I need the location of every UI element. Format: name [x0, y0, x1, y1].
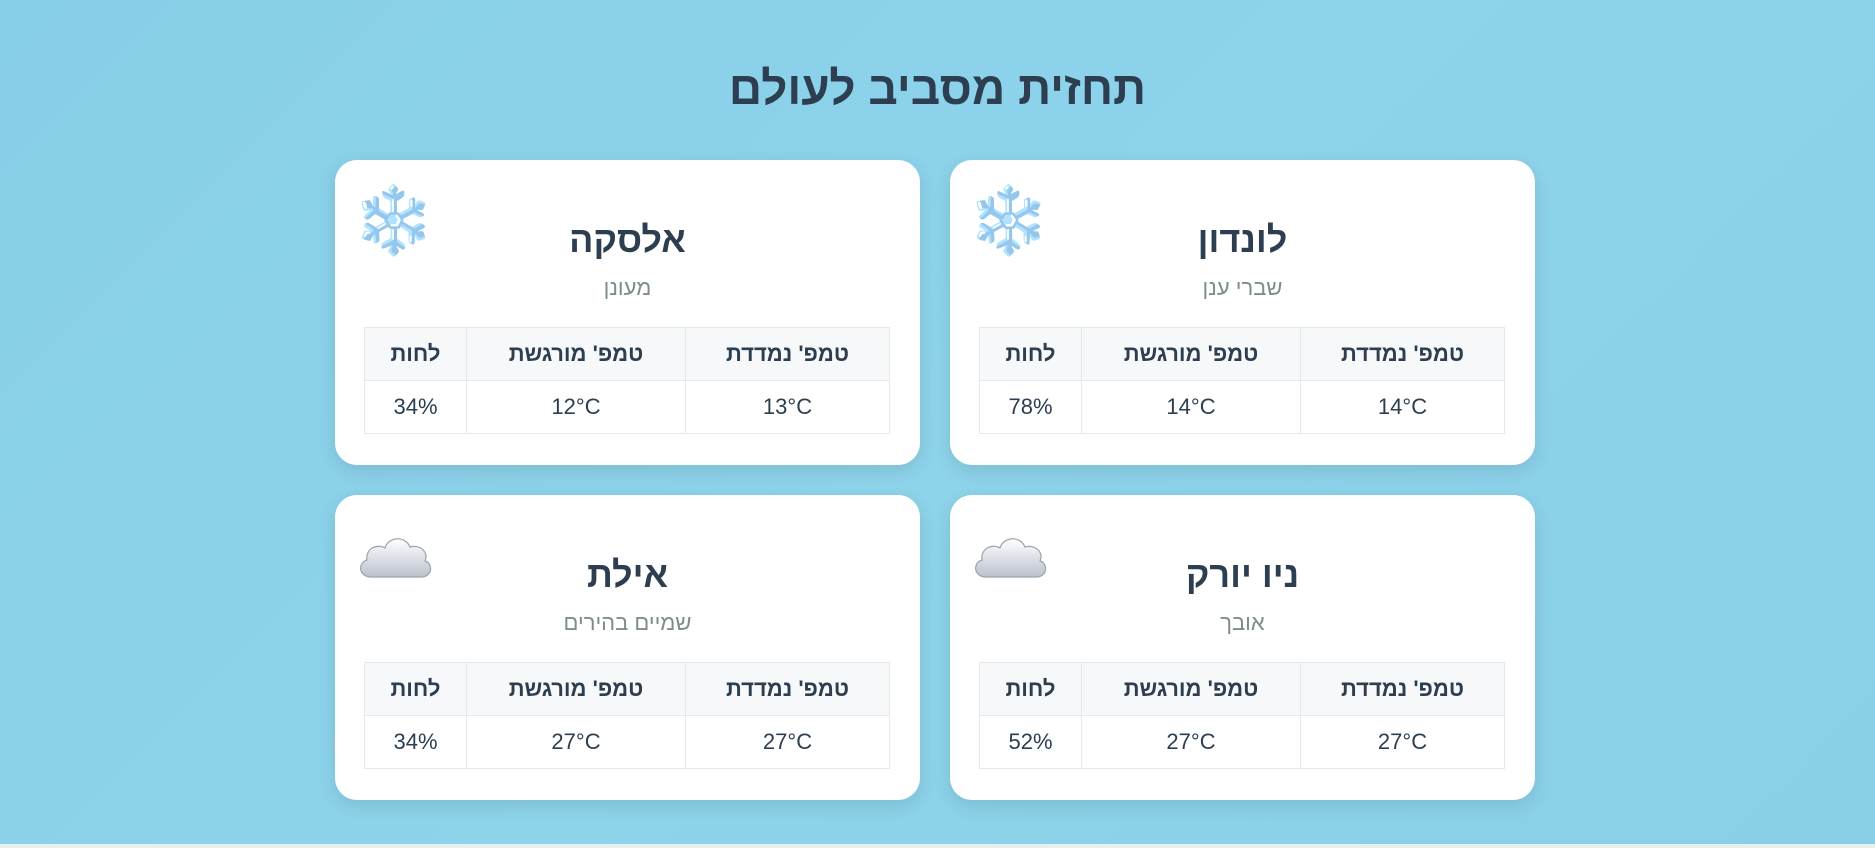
page-title: תחזית מסביב לעולם [728, 62, 1147, 114]
weather-card-alaska: ❄️ אלסקה מעונן טמפ' נמדדת טמפ' מורגשת לח… [335, 160, 920, 465]
table-row: 13°C 12°C 34% [364, 380, 890, 434]
weather-card-eilat: אילת שמיים בהירים טמפ' נמדדת טמפ' מורגשת… [335, 495, 920, 800]
measured-temp-value: 14°C [1300, 380, 1505, 434]
table-header-row: טמפ' נמדדת טמפ' מורגשת לחות [979, 662, 1505, 716]
feels-like-value: 14°C [1081, 380, 1301, 434]
weather-table: טמפ' נמדדת טמפ' מורגשת לחות 13°C 12°C 34… [364, 327, 890, 434]
header-measured-temp: טמפ' נמדדת [685, 662, 890, 716]
table-header-row: טמפ' נמדדת טמפ' מורגשת לחות [364, 327, 890, 381]
weather-table: טמפ' נמדדת טמפ' מורגשת לחות 27°C 27°C 34… [364, 662, 890, 769]
header-feels-like: טמפ' מורגשת [466, 327, 686, 381]
page-bottom-divider [0, 844, 1875, 848]
city-name: לונדון [1197, 219, 1288, 260]
header-feels-like: טמפ' מורגשת [1081, 327, 1301, 381]
humidity-value: 34% [364, 380, 467, 434]
measured-temp-value: 27°C [1300, 715, 1505, 769]
feels-like-value: 27°C [1081, 715, 1301, 769]
header-feels-like: טמפ' מורגשת [466, 662, 686, 716]
feels-like-value: 27°C [466, 715, 686, 769]
weather-condition: אובך [1220, 610, 1265, 635]
header-measured-temp: טמפ' נמדדת [1300, 327, 1505, 381]
table-header-row: טמפ' נמדדת טמפ' מורגשת לחות [364, 662, 890, 716]
table-row: 27°C 27°C 52% [979, 715, 1505, 769]
cards-grid: ❄️ לונדון שברי ענן טמפ' נמדדת טמפ' מורגש… [335, 160, 1535, 800]
measured-temp-value: 27°C [685, 715, 890, 769]
header-feels-like: טמפ' מורגשת [1081, 662, 1301, 716]
weather-card-new-york: ניו יורק אובך טמפ' נמדדת טמפ' מורגשת לחו… [950, 495, 1535, 800]
weather-table: טמפ' נמדדת טמפ' מורגשת לחות 14°C 14°C 78… [979, 327, 1505, 434]
city-name: אלסקה [569, 219, 686, 260]
weather-table: טמפ' נמדדת טמפ' מורגשת לחות 27°C 27°C 52… [979, 662, 1505, 769]
header-humidity: לחות [979, 327, 1082, 381]
table-row: 27°C 27°C 34% [364, 715, 890, 769]
header-measured-temp: טמפ' נמדדת [1300, 662, 1505, 716]
measured-temp-value: 13°C [685, 380, 890, 434]
header-humidity: לחות [979, 662, 1082, 716]
header-humidity: לחות [364, 327, 467, 381]
table-row: 14°C 14°C 78% [979, 380, 1505, 434]
humidity-value: 34% [364, 715, 467, 769]
city-name: ניו יורק [1185, 554, 1300, 595]
header-measured-temp: טמפ' נמדדת [685, 327, 890, 381]
header-humidity: לחות [364, 662, 467, 716]
weather-page: תחזית מסביב לעולם ❄️ לונדון שברי ענן טמפ… [0, 0, 1875, 848]
weather-condition: שמיים בהירים [563, 610, 692, 635]
table-header-row: טמפ' נמדדת טמפ' מורגשת לחות [979, 327, 1505, 381]
city-name: אילת [586, 554, 669, 595]
humidity-value: 52% [979, 715, 1082, 769]
weather-card-london: ❄️ לונדון שברי ענן טמפ' נמדדת טמפ' מורגש… [950, 160, 1535, 465]
feels-like-value: 12°C [466, 380, 686, 434]
weather-condition: שברי ענן [1202, 275, 1283, 300]
humidity-value: 78% [979, 380, 1082, 434]
weather-condition: מעונן [603, 275, 652, 300]
